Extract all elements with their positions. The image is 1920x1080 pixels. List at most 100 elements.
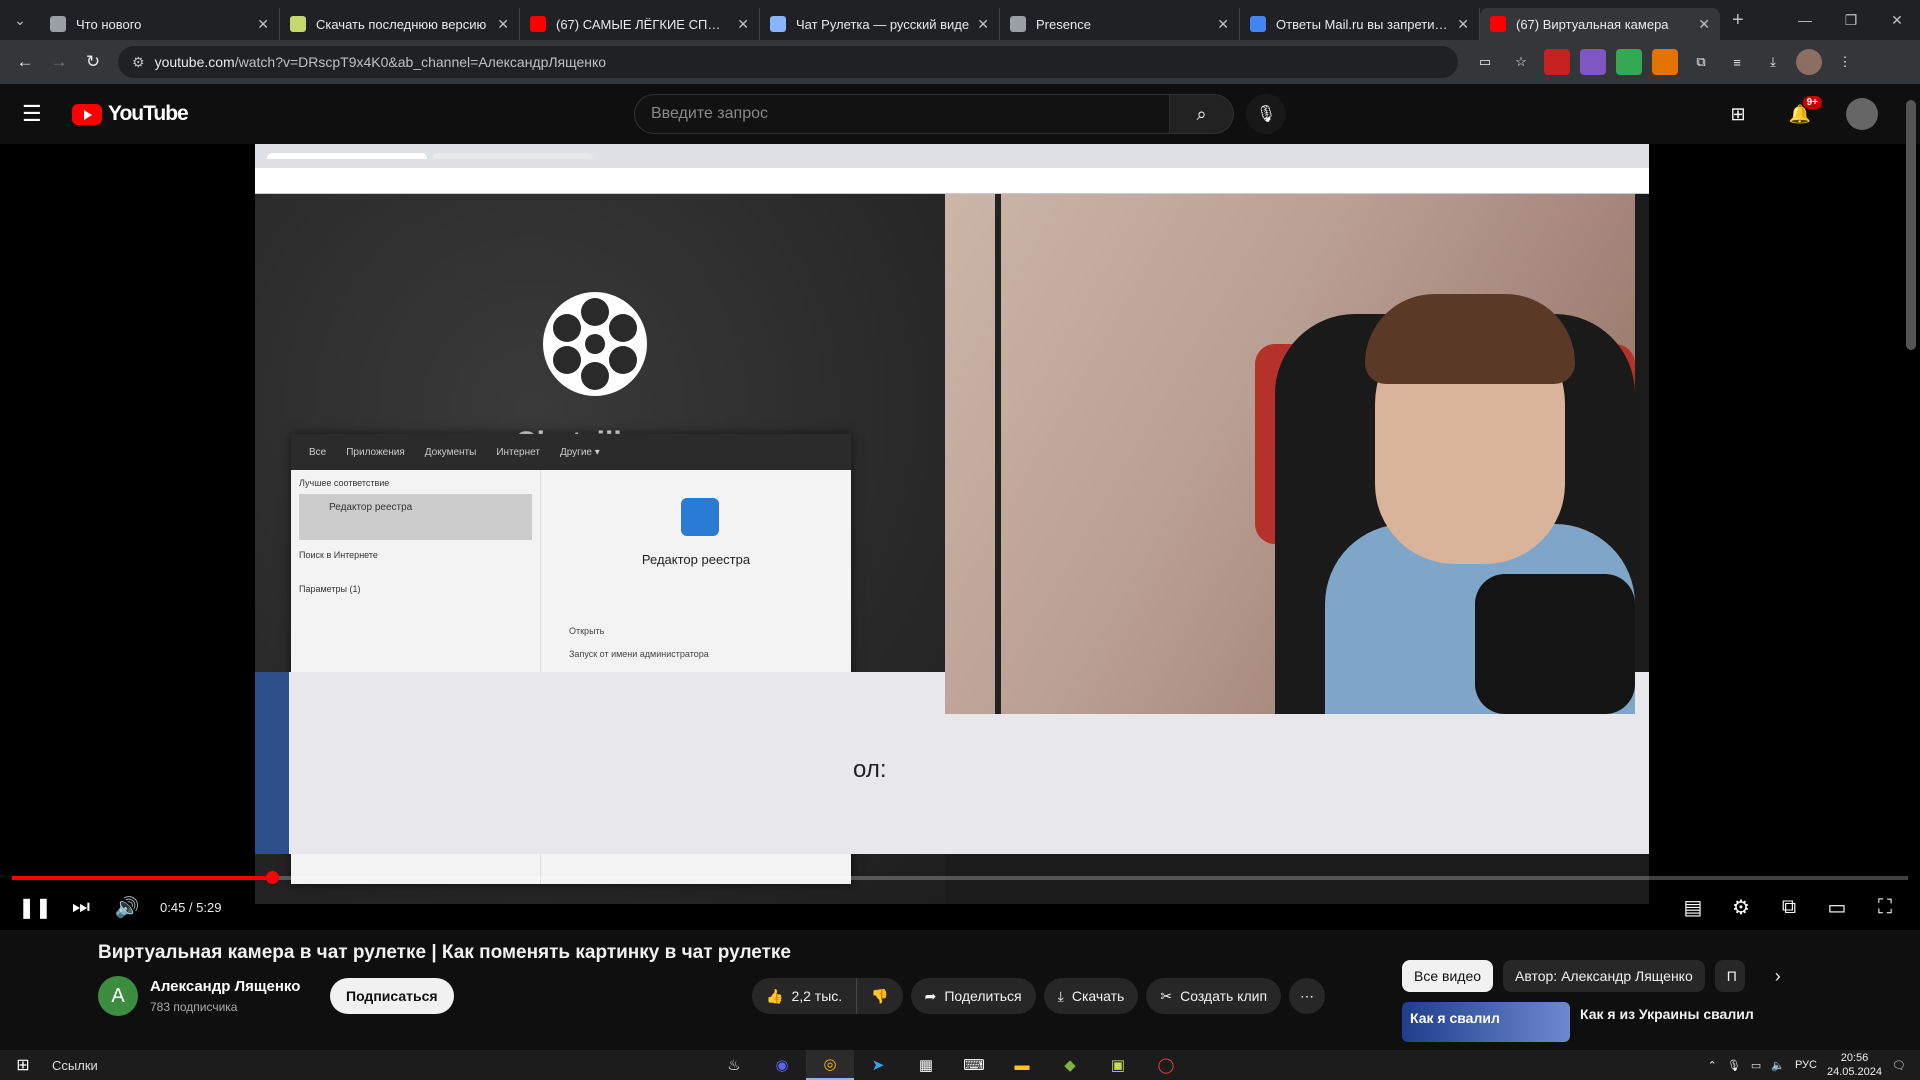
- windows-start-icon[interactable]: ⊞: [0, 1050, 46, 1080]
- page-scrollbar[interactable]: [1906, 100, 1916, 350]
- progress-scrubber[interactable]: [265, 871, 279, 884]
- telegram-icon[interactable]: ➤: [854, 1050, 902, 1080]
- clock[interactable]: 20:56 24.05.2024: [1827, 1051, 1882, 1079]
- channel-avatar[interactable]: А: [98, 976, 138, 1016]
- maximize-icon[interactable]: ❐: [1828, 0, 1874, 40]
- extension-icon[interactable]: [1544, 49, 1570, 75]
- webcam-view: [945, 194, 1635, 714]
- miniplayer-icon[interactable]: ⧉: [1766, 884, 1812, 930]
- tab-close-icon[interactable]: ✕: [1457, 16, 1469, 33]
- browser-tab[interactable]: Чат Рулетка — русский виде ✕: [760, 8, 1000, 40]
- dislike-button[interactable]: 👎: [856, 978, 903, 1014]
- recommended-title[interactable]: Как я из Украины свалил: [1580, 1006, 1754, 1042]
- taskbar-links[interactable]: Ссылки: [52, 1058, 98, 1073]
- network-icon[interactable]: ▭: [1751, 1059, 1761, 1072]
- extension-icon[interactable]: [1652, 49, 1678, 75]
- chip-all-videos[interactable]: Все видео: [1402, 960, 1494, 992]
- site-info-icon[interactable]: ⚙: [132, 54, 145, 71]
- volume-icon[interactable]: 🔊: [104, 884, 150, 930]
- extension-icon[interactable]: [1580, 49, 1606, 75]
- tray-expand-icon[interactable]: ⌃: [1708, 1059, 1717, 1072]
- app-icon[interactable]: ◆: [1046, 1050, 1094, 1080]
- search-placeholder: Введите запрос: [651, 105, 768, 122]
- browser-tab[interactable]: Что нового ✕: [40, 8, 280, 40]
- youtube-logo[interactable]: YouTube: [72, 102, 189, 126]
- language-indicator[interactable]: РУС: [1795, 1059, 1817, 1071]
- extensions-puzzle-icon[interactable]: ⧉: [1688, 49, 1714, 75]
- keyboard-icon[interactable]: ⌨: [950, 1050, 998, 1080]
- recommended-thumbnail[interactable]: Как я свалил: [1402, 1002, 1570, 1042]
- create-video-icon[interactable]: ⊞: [1718, 94, 1758, 134]
- search-filter: Все: [309, 446, 327, 458]
- tab-close-icon[interactable]: ✕: [257, 16, 269, 33]
- speaker-icon[interactable]: 🔈: [1771, 1059, 1785, 1072]
- minimize-icon[interactable]: —: [1782, 0, 1828, 40]
- tab-close-icon[interactable]: ✕: [737, 16, 749, 33]
- subtitles-icon[interactable]: ▤: [1670, 884, 1716, 930]
- bookmark-star-icon[interactable]: ☆: [1508, 49, 1534, 75]
- subscribe-button[interactable]: Подписаться: [330, 978, 454, 1014]
- back-icon[interactable]: ←: [8, 45, 42, 79]
- voice-search-button[interactable]: 🎙: [1246, 94, 1286, 134]
- theater-mode-icon[interactable]: ▭: [1814, 884, 1860, 930]
- channel-name[interactable]: Александр Лященко: [150, 978, 300, 995]
- recommended-video[interactable]: Как я свалил Как я из Украины свалил: [1402, 1002, 1754, 1042]
- extension-icon[interactable]: [1616, 49, 1642, 75]
- chip-author[interactable]: Автор: Александр Лященко: [1503, 960, 1705, 992]
- discord-icon[interactable]: ◉: [758, 1050, 806, 1080]
- search-button[interactable]: ⌕: [1170, 94, 1234, 134]
- close-window-icon[interactable]: ✕: [1874, 0, 1920, 40]
- like-count: 2,2 тыс.: [791, 988, 843, 1004]
- share-icon: ➦: [924, 987, 937, 1004]
- more-actions-icon[interactable]: ⋯: [1289, 978, 1326, 1014]
- new-tab-button[interactable]: +: [1732, 9, 1744, 32]
- notifications-icon[interactable]: 🔔 9+: [1780, 94, 1822, 134]
- tab-close-icon[interactable]: ✕: [497, 16, 509, 33]
- search-input[interactable]: Введите запрос: [634, 94, 1170, 134]
- browser-tab[interactable]: Presence ✕: [1000, 8, 1240, 40]
- account-avatar[interactable]: [1842, 94, 1882, 134]
- tab-search-icon[interactable]: ⌄: [0, 0, 40, 40]
- chrome-icon[interactable]: ◎: [806, 1050, 854, 1080]
- settings-icon[interactable]: ⚙: [1718, 884, 1764, 930]
- notifications-center-icon[interactable]: 🗨: [1892, 1059, 1906, 1072]
- browser-tab[interactable]: Ответы Mail.ru вы запретили ✕: [1240, 8, 1480, 40]
- profile-icon[interactable]: [1796, 49, 1822, 75]
- clip-button[interactable]: ✂ Создать клип: [1146, 978, 1282, 1014]
- downloads-icon[interactable]: ⤓: [1760, 49, 1786, 75]
- browser-tab[interactable]: (67) САМЫЕ ЛЁГКИЕ СПОСОБ ✕: [520, 8, 760, 40]
- tab-title: Чат Рулетка — русский виде: [796, 16, 970, 32]
- browser-tab[interactable]: Скачать последнюю версию ✕: [280, 8, 520, 40]
- fullscreen-icon[interactable]: ⛶: [1862, 884, 1908, 930]
- file-explorer-icon[interactable]: ▬: [998, 1050, 1046, 1080]
- browser-tab[interactable]: (67) Виртуальная камера ✕: [1480, 8, 1720, 40]
- menu-icon[interactable]: ☰: [22, 101, 50, 127]
- calculator-icon[interactable]: ▦: [902, 1050, 950, 1080]
- next-icon[interactable]: ⏭: [58, 884, 104, 930]
- download-button[interactable]: ⤓ Скачать: [1043, 978, 1139, 1014]
- params-label: Параметры (1): [299, 584, 361, 594]
- share-button[interactable]: ➦ Поделиться: [910, 978, 1036, 1014]
- tab-close-icon[interactable]: ✕: [977, 16, 989, 33]
- steam-icon[interactable]: ♨: [710, 1050, 758, 1080]
- reload-icon[interactable]: ↻: [76, 45, 110, 79]
- cast-icon[interactable]: ▭: [1472, 49, 1498, 75]
- chevron-right-icon[interactable]: ›: [1775, 966, 1781, 987]
- browser-menu-icon[interactable]: ⋮: [1832, 49, 1858, 75]
- pause-icon[interactable]: ❚❚: [12, 884, 58, 930]
- like-button[interactable]: 👍 2,2 тыс.: [752, 978, 857, 1014]
- forward-icon[interactable]: →: [42, 45, 76, 79]
- app-icon[interactable]: ▣: [1094, 1050, 1142, 1080]
- tray-mic-icon[interactable]: 🎙: [1727, 1059, 1741, 1072]
- progress-bar[interactable]: [12, 871, 1908, 884]
- chip-more[interactable]: П: [1714, 960, 1745, 992]
- address-bar[interactable]: ⚙ youtube.com /watch?v=DRscpT9x4K0&ab_ch…: [118, 46, 1458, 78]
- recorder-icon[interactable]: ◯: [1142, 1050, 1190, 1080]
- video-title: Виртуальная камера в чат рулетке | Как п…: [98, 942, 791, 963]
- tab-close-icon[interactable]: ✕: [1217, 16, 1229, 33]
- tab-close-icon[interactable]: ✕: [1698, 16, 1710, 33]
- search-filters: Все Приложения Документы Интернет Другие ▾: [291, 434, 851, 470]
- url-path: /watch?v=DRscpT9x4K0&ab_channel=Александ…: [234, 54, 607, 70]
- media-control-icon[interactable]: ≡: [1724, 49, 1750, 75]
- video-player[interactable]: Chatzilla ВсеПриложенияДокументыИнтернет…: [0, 144, 1920, 930]
